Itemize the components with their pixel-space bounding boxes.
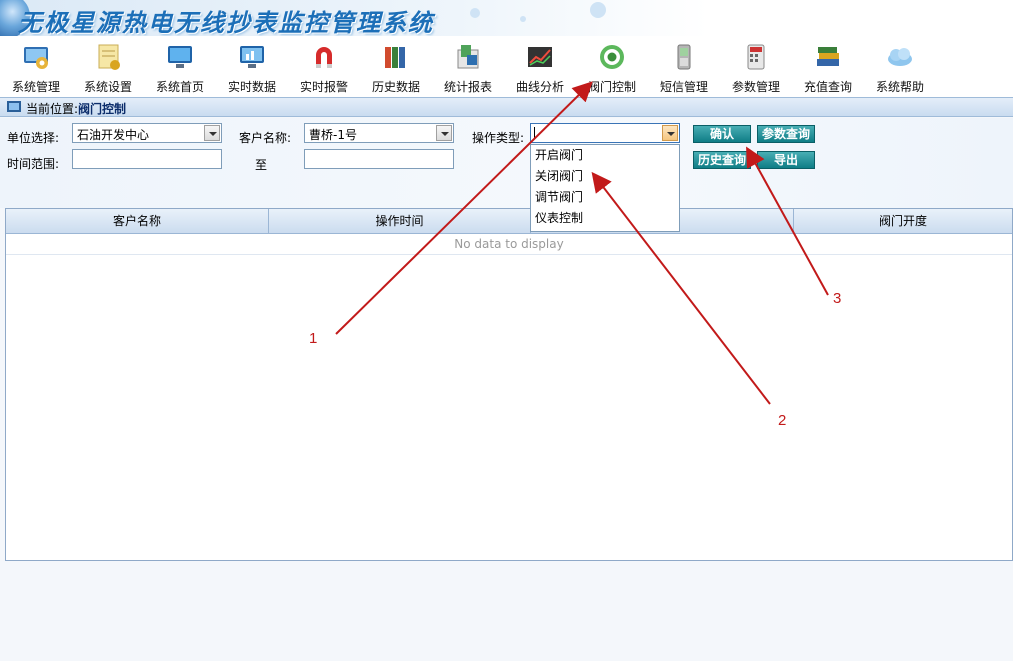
toolbar-item-label: 历史数据 xyxy=(371,80,420,94)
filter-panel: 单位选择: 石油开发中心 客户名称: 曹桥-1号 操作类型: 确认 参数查询 时… xyxy=(0,118,1013,208)
monitor-icon xyxy=(7,101,21,112)
alarm-magnet-icon xyxy=(309,42,339,72)
export-button[interactable]: 导出 xyxy=(757,151,815,169)
time-range-label: 时间范围: xyxy=(7,157,60,171)
confirm-button[interactable]: 确认 xyxy=(693,125,751,143)
history-query-button[interactable]: 历史查询 xyxy=(693,151,751,169)
breadcrumb: 当前位置:阀门控制 xyxy=(0,97,1013,117)
main-toolbar: 系统管理 系统设置 系统首页 实时数据 实时报警 历史数据 统计报表 曲线分析 … xyxy=(0,36,1013,97)
unit-select-label: 单位选择: xyxy=(7,131,60,145)
annotation-label-3: 3 xyxy=(833,290,842,307)
column-header-valve-opening[interactable]: 阀门开度 xyxy=(794,209,1012,234)
operation-type-label: 操作类型: xyxy=(472,131,525,145)
toolbar-item-label: 短信管理 xyxy=(659,80,708,94)
parameter-calculator-icon xyxy=(741,42,771,72)
toolbar-item-statistics-report[interactable]: 统计报表 xyxy=(436,40,500,96)
annotation-label-1: 1 xyxy=(309,330,318,347)
header-banner: 无极星源热电无线抄表监控管理系统 xyxy=(0,0,1013,36)
toolbar-item-label: 阀门控制 xyxy=(587,80,636,94)
decor-bubble xyxy=(470,8,480,18)
toolbar-item-label: 系统首页 xyxy=(155,80,204,94)
dropdown-option-close-valve[interactable]: 关闭阀门 xyxy=(531,166,679,187)
recharge-books-icon xyxy=(813,42,843,72)
decor-bubble xyxy=(590,2,606,18)
time-from-input[interactable] xyxy=(72,149,222,169)
decor-bubble xyxy=(520,16,526,22)
app-title: 无极星源热电无线抄表监控管理系统 xyxy=(18,8,434,36)
toolbar-item-label: 实时数据 xyxy=(227,80,276,94)
operation-type-dropdown: 开启阀门 关闭阀门 调节阀门 仪表控制 xyxy=(530,144,680,232)
toolbar-item-home[interactable]: 系统首页 xyxy=(148,40,212,96)
param-query-button[interactable]: 参数查询 xyxy=(757,125,815,143)
toolbar-item-recharge-query[interactable]: 充值查询 xyxy=(796,40,860,96)
unit-select[interactable]: 石油开发中心 xyxy=(72,123,222,143)
toolbar-item-label: 系统帮助 xyxy=(875,80,924,94)
system-management-icon xyxy=(21,42,51,72)
grid-header: 客户名称 操作时间 型 阀门开度 xyxy=(6,209,1012,234)
toolbar-item-history-data[interactable]: 历史数据 xyxy=(364,40,428,96)
toolbar-item-system-settings[interactable]: 系统设置 xyxy=(76,40,140,96)
valve-target-icon xyxy=(597,42,627,72)
toolbar-item-label: 参数管理 xyxy=(731,80,780,94)
toolbar-item-realtime-data[interactable]: 实时数据 xyxy=(220,40,284,96)
toolbar-item-label: 实时报警 xyxy=(299,80,348,94)
help-cloud-icon xyxy=(885,42,915,72)
customer-name-label: 客户名称: xyxy=(239,131,292,145)
chevron-down-icon[interactable] xyxy=(204,125,220,141)
toolbar-item-parameter-management[interactable]: 参数管理 xyxy=(724,40,788,96)
unit-select-value: 石油开发中心 xyxy=(77,128,150,142)
toolbar-item-realtime-alarm[interactable]: 实时报警 xyxy=(292,40,356,96)
dropdown-option-open-valve[interactable]: 开启阀门 xyxy=(531,145,679,166)
operation-type-select[interactable] xyxy=(530,123,680,143)
sms-phone-icon xyxy=(669,42,699,72)
toolbar-item-label: 系统管理 xyxy=(11,80,60,94)
data-grid: 客户名称 操作时间 型 阀门开度 No data to display xyxy=(5,208,1013,561)
dropdown-option-meter-control[interactable]: 仪表控制 xyxy=(531,208,679,229)
realtime-data-icon xyxy=(237,42,267,72)
toolbar-item-sms-management[interactable]: 短信管理 xyxy=(652,40,716,96)
breadcrumb-text: 当前位置:阀门控制 xyxy=(26,100,126,117)
toolbar-item-curve-analysis[interactable]: 曲线分析 xyxy=(508,40,572,96)
text-cursor xyxy=(534,127,535,139)
toolbar-item-label: 统计报表 xyxy=(443,80,492,94)
column-header-operation-time[interactable]: 操作时间 xyxy=(269,209,531,234)
time-to-input[interactable] xyxy=(304,149,454,169)
breadcrumb-current: 阀门控制 xyxy=(78,102,127,116)
chevron-down-icon[interactable] xyxy=(662,125,678,141)
column-header-customer-name[interactable]: 客户名称 xyxy=(6,209,269,234)
toolbar-item-label: 系统设置 xyxy=(83,80,132,94)
curve-chart-icon xyxy=(525,42,555,72)
dropdown-option-adjust-valve[interactable]: 调节阀门 xyxy=(531,187,679,208)
customer-name-select[interactable]: 曹桥-1号 xyxy=(304,123,454,143)
toolbar-item-system-help[interactable]: 系统帮助 xyxy=(868,40,932,96)
toolbar-item-valve-control[interactable]: 阀门控制 xyxy=(580,40,644,96)
toolbar-item-system-management[interactable]: 系统管理 xyxy=(4,40,68,96)
chevron-down-icon[interactable] xyxy=(436,125,452,141)
customer-name-value: 曹桥-1号 xyxy=(309,128,357,142)
time-to-label: 至 xyxy=(255,158,268,172)
toolbar-item-label: 充值查询 xyxy=(803,80,852,94)
statistics-report-icon xyxy=(453,42,483,72)
annotation-label-2: 2 xyxy=(778,412,787,429)
toolbar-item-label: 曲线分析 xyxy=(515,80,564,94)
home-monitor-icon xyxy=(165,42,195,72)
breadcrumb-prefix: 当前位置: xyxy=(26,102,79,116)
system-settings-icon xyxy=(93,42,123,72)
empty-message: No data to display xyxy=(6,235,1012,255)
history-books-icon xyxy=(381,42,411,72)
